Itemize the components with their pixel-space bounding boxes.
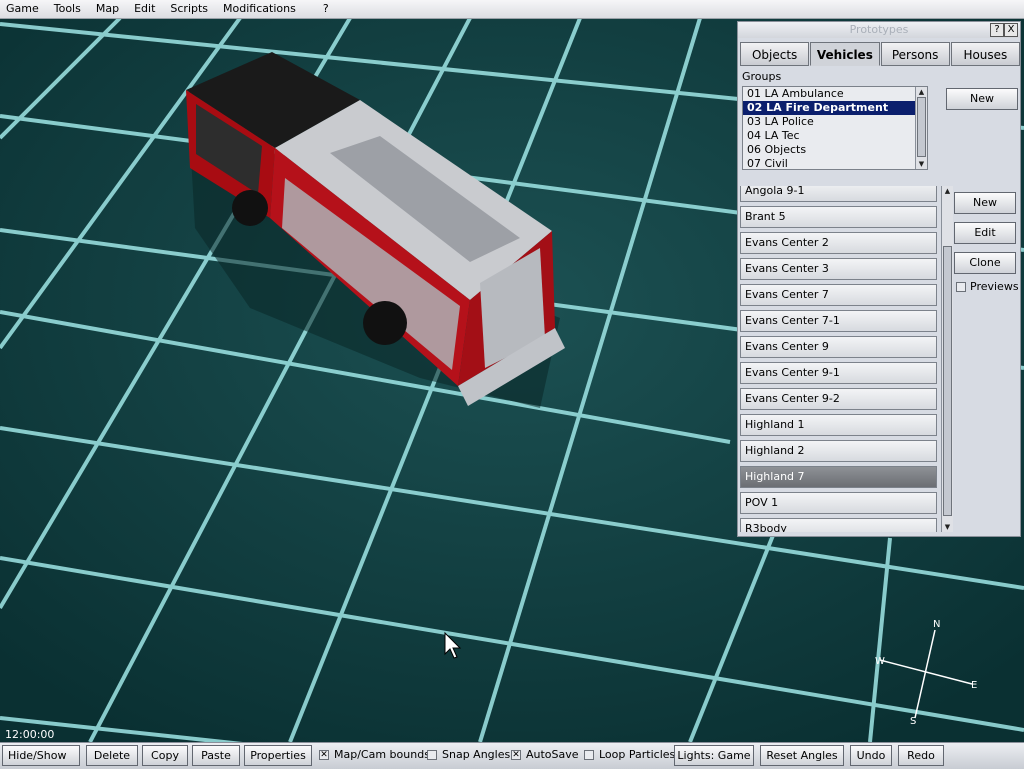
scroll-down-icon[interactable]: ▼ [916,159,927,169]
tab-objects[interactable]: Objects [740,42,810,66]
previews-toggle[interactable]: Previews [956,280,1019,293]
prototype-item-selected[interactable]: Highland 7 [740,466,937,488]
menu-tools[interactable]: Tools [48,0,90,18]
copy-button[interactable]: Copy [142,745,188,766]
loop-particles-label: Loop Particles [599,748,676,761]
redo-button[interactable]: Redo [898,745,944,766]
scroll-down-icon[interactable]: ▼ [942,522,953,532]
menu-scripts[interactable]: Scripts [164,0,217,18]
scroll-up-icon[interactable]: ▲ [916,87,927,97]
group-item[interactable]: 06 Objects [743,143,919,157]
compass-s-label: S [910,716,917,727]
prototype-item[interactable]: Evans Center 3 [740,258,937,280]
category-tabs: Objects Vehicles Persons Houses [740,42,1020,66]
prototype-item[interactable]: Evans Center 9-1 [740,362,937,384]
close-icon[interactable]: X [1004,23,1018,37]
game-clock: 12:00:00 [5,728,55,741]
group-item[interactable]: 03 LA Police [743,115,919,129]
menu-help[interactable]: ? [317,0,338,18]
group-item[interactable]: 07 Civil [743,157,919,169]
group-item[interactable]: 01 LA Ambulance [743,87,919,101]
group-list[interactable]: 01 LA Ambulance 02 LA Fire Department 03… [742,86,928,170]
compass-w-label: W [875,656,885,667]
prototype-item[interactable]: Evans Center 9 [740,336,937,358]
prototype-item[interactable]: Evans Center 7-1 [740,310,937,332]
map-cam-bounds-label: Map/Cam bounds [334,748,430,761]
autosave-toggle[interactable]: ✕ AutoSave [511,748,579,761]
compass-e-label: E [971,680,978,691]
prototype-item[interactable]: Brant 5 [740,206,937,228]
menu-bar: Game Tools Map Edit Scripts Modification… [0,0,1024,19]
map-cam-bounds-checkbox[interactable]: ✕ [319,749,329,760]
previews-label: Previews [970,280,1019,293]
paste-button[interactable]: Paste [192,745,240,766]
snap-angles-checkbox[interactable] [427,749,437,760]
panel-title: Prototypes [849,23,909,36]
loop-particles-toggle[interactable]: Loop Particles [584,748,675,761]
group-item[interactable]: 04 LA Tec [743,129,919,143]
loop-particles-checkbox[interactable] [584,749,594,760]
scroll-thumb[interactable] [917,97,926,157]
prototype-item[interactable]: Evans Center 7 [740,284,937,306]
autosave-checkbox[interactable]: ✕ [511,749,521,760]
group-item-selected[interactable]: 02 LA Fire Department [743,101,919,115]
autosave-label: AutoSave [526,748,579,761]
help-icon[interactable]: ? [990,23,1004,37]
snap-angles-toggle[interactable]: Snap Angles [427,748,510,761]
panel-title-bar[interactable]: Prototypes ? X [738,22,1020,38]
edit-prototype-button[interactable]: Edit [954,222,1016,244]
prototype-item[interactable]: R3body [740,518,937,532]
groups-label: Groups [742,70,782,83]
bottom-toolbar: Hide/Show Delete Copy Paste Properties ✕… [0,742,1024,769]
menu-edit[interactable]: Edit [128,0,164,18]
compass-n-label: N [933,619,941,630]
prototype-list[interactable]: Angola 9-1 Brant 5 Evans Center 2 Evans … [740,186,941,532]
tab-houses[interactable]: Houses [950,42,1020,66]
prototype-item[interactable]: Evans Center 2 [740,232,937,254]
prototypes-panel: Prototypes ? X Objects Vehicles Persons … [737,21,1021,537]
clone-prototype-button[interactable]: Clone [954,252,1016,274]
menu-game[interactable]: Game [0,0,48,18]
properties-button[interactable]: Properties [244,745,312,766]
scroll-thumb[interactable] [943,246,952,516]
scroll-up-icon[interactable]: ▲ [942,186,953,196]
new-group-button[interactable]: New [946,88,1018,110]
prototype-item[interactable]: Highland 1 [740,414,937,436]
reset-angles-button[interactable]: Reset Angles [760,745,844,766]
menu-map[interactable]: Map [90,0,128,18]
hide-show-button[interactable]: Hide/Show [2,745,80,766]
prototype-item[interactable]: POV 1 [740,492,937,514]
menu-modifications[interactable]: Modifications [217,0,305,18]
group-scrollbar[interactable]: ▲ ▼ [915,87,927,169]
snap-angles-label: Snap Angles [442,748,511,761]
tab-vehicles[interactable]: Vehicles [810,42,880,66]
prototype-item[interactable]: Highland 2 [740,440,937,462]
tab-persons[interactable]: Persons [880,42,950,66]
undo-button[interactable]: Undo [850,745,892,766]
prototype-item[interactable]: Angola 9-1 [740,186,937,202]
prototype-item[interactable]: Evans Center 9-2 [740,388,937,410]
prototype-scrollbar[interactable]: ▲ ▼ [941,186,953,532]
map-cam-bounds-toggle[interactable]: ✕ Map/Cam bounds [319,748,430,761]
previews-checkbox[interactable] [956,281,966,292]
new-prototype-button[interactable]: New [954,192,1016,214]
delete-button[interactable]: Delete [86,745,138,766]
lights-button[interactable]: Lights: Game [674,745,754,766]
